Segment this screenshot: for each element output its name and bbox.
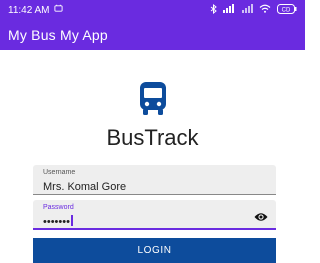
status-bar: 11:42 AM CD <box>0 0 305 20</box>
password-label: Password <box>43 204 74 211</box>
status-right: CD <box>210 3 297 17</box>
battery-icon: CD <box>277 3 297 17</box>
username-field[interactable]: Username Mrs. Komal Gore <box>33 165 276 195</box>
username-value[interactable]: Mrs. Komal Gore <box>43 181 126 193</box>
logo: BusTrack <box>0 82 305 151</box>
app-name: BusTrack <box>106 125 199 150</box>
signal-icon-2 <box>242 4 253 16</box>
status-time: 11:42 AM <box>8 4 50 16</box>
battery-label: CD <box>282 7 291 13</box>
password-value[interactable]: ••••••• <box>43 215 73 228</box>
signal-icon <box>223 4 236 16</box>
bus-icon <box>138 82 168 121</box>
password-dots: ••••••• <box>43 216 70 228</box>
notification-icon <box>53 4 63 16</box>
wifi-icon <box>259 4 271 16</box>
text-cursor <box>70 215 73 226</box>
bluetooth-icon <box>210 3 217 17</box>
login-button[interactable]: LOGIN <box>33 238 276 263</box>
eye-icon[interactable] <box>254 209 268 227</box>
username-label: Username <box>43 169 76 176</box>
password-field[interactable]: Password ••••••• <box>33 200 276 230</box>
app-bar-title: My Bus My App <box>8 27 108 43</box>
status-left: 11:42 AM <box>8 4 63 16</box>
app-bar: My Bus My App <box>0 20 305 50</box>
